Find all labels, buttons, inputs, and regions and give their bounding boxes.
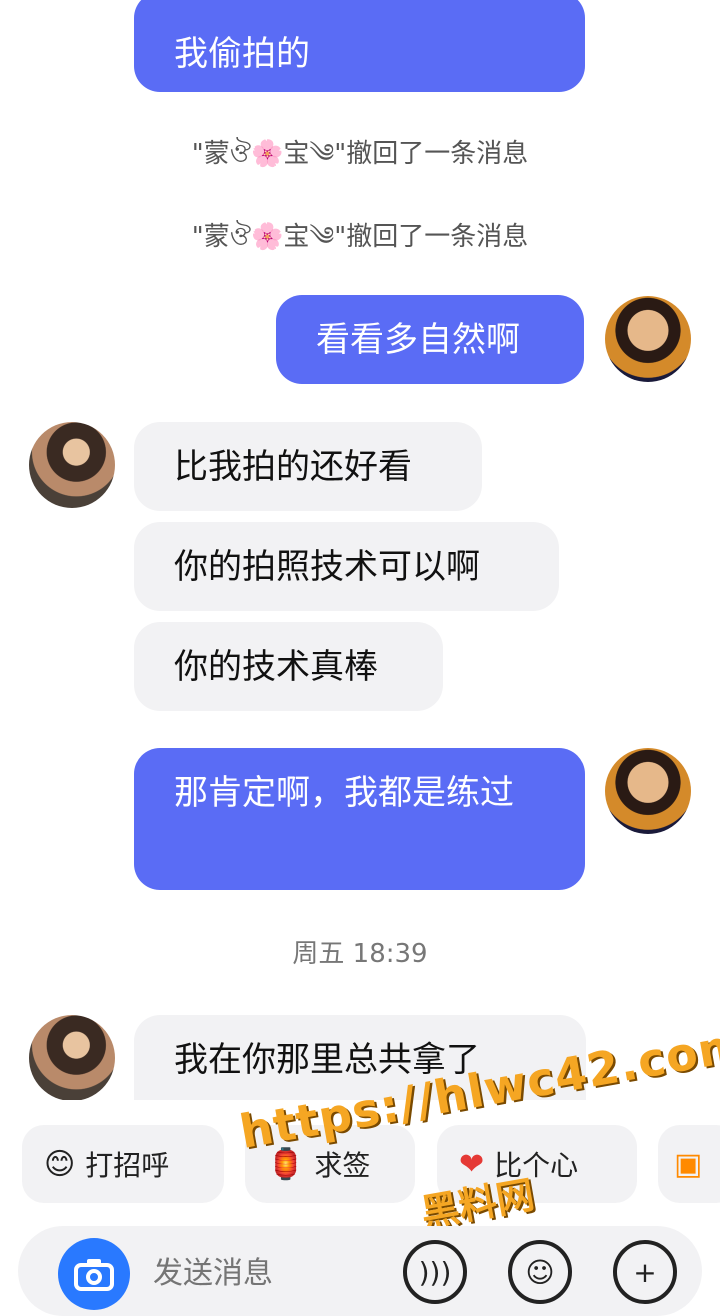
smile-face-icon: 😊: [44, 1146, 76, 1182]
contact-avatar[interactable]: [29, 1015, 115, 1100]
message-text: 我偷拍的: [174, 34, 310, 74]
voice-icon: ))): [418, 1255, 452, 1289]
group-icon: ▣: [674, 1146, 703, 1182]
message-input-bar: ))) ☺ +: [18, 1226, 702, 1316]
camera-button[interactable]: [58, 1238, 130, 1310]
quick-action-label: 求签: [314, 1149, 371, 1182]
message-bubble-outgoing[interactable]: 那肯定啊，我都是练过: [134, 748, 585, 890]
quick-action-group[interactable]: ▣: [658, 1125, 720, 1203]
camera-icon: [74, 1259, 114, 1291]
quick-action-heart[interactable]: ❤ 比个心: [437, 1125, 637, 1203]
quick-action-fortune[interactable]: 🏮 求签: [245, 1125, 415, 1203]
message-bubble-incoming[interactable]: 比我拍的还好看: [134, 422, 482, 511]
message-text: 你的技术真棒: [174, 647, 378, 687]
message-bubble-incoming[interactable]: 我在你那里总共拿了: [134, 1015, 586, 1100]
my-avatar[interactable]: [605, 748, 691, 834]
my-avatar[interactable]: [605, 296, 691, 382]
quick-action-bar: 😊 打招呼 🏮 求签 ❤ 比个心 ▣: [0, 1108, 720, 1218]
message-text: 那肯定啊，我都是练过: [174, 773, 514, 813]
quick-action-label: 打招呼: [85, 1149, 170, 1182]
voice-button[interactable]: ))): [403, 1240, 467, 1304]
chat-area[interactable]: 我偷拍的 "蒙ঔ🌸宝༄"撤回了一条消息 "蒙ঔ🌸宝༄"撤回了一条消息 看看多自然…: [0, 0, 720, 1100]
emoji-icon: ☺: [525, 1255, 555, 1289]
message-text: 我在你那里总共拿了: [174, 1040, 480, 1080]
message-timestamp: 周五 18:39: [292, 939, 428, 969]
message-bubble-outgoing[interactable]: 我偷拍的: [134, 0, 585, 92]
heart-icon: ❤: [459, 1146, 485, 1182]
message-bubble-incoming[interactable]: 你的技术真棒: [134, 622, 443, 711]
message-bubble-outgoing[interactable]: 看看多自然啊: [276, 295, 584, 384]
recall-notice: "蒙ঔ🌸宝༄"撤回了一条消息: [191, 139, 529, 169]
quick-action-greet[interactable]: 😊 打招呼: [22, 1125, 224, 1203]
message-bubble-incoming[interactable]: 你的拍照技术可以啊: [134, 522, 559, 611]
recall-notice: "蒙ঔ🌸宝༄"撤回了一条消息: [191, 222, 529, 252]
message-text: 你的拍照技术可以啊: [174, 547, 480, 587]
message-text: 看看多自然啊: [316, 320, 520, 360]
contact-avatar[interactable]: [29, 422, 115, 508]
more-button[interactable]: +: [613, 1240, 677, 1304]
message-text: 比我拍的还好看: [174, 447, 412, 487]
lantern-icon: 🏮: [267, 1146, 305, 1182]
message-input[interactable]: [153, 1256, 393, 1291]
emoji-button[interactable]: ☺: [508, 1240, 572, 1304]
quick-action-label: 比个心: [494, 1149, 579, 1182]
plus-icon: +: [633, 1255, 657, 1289]
